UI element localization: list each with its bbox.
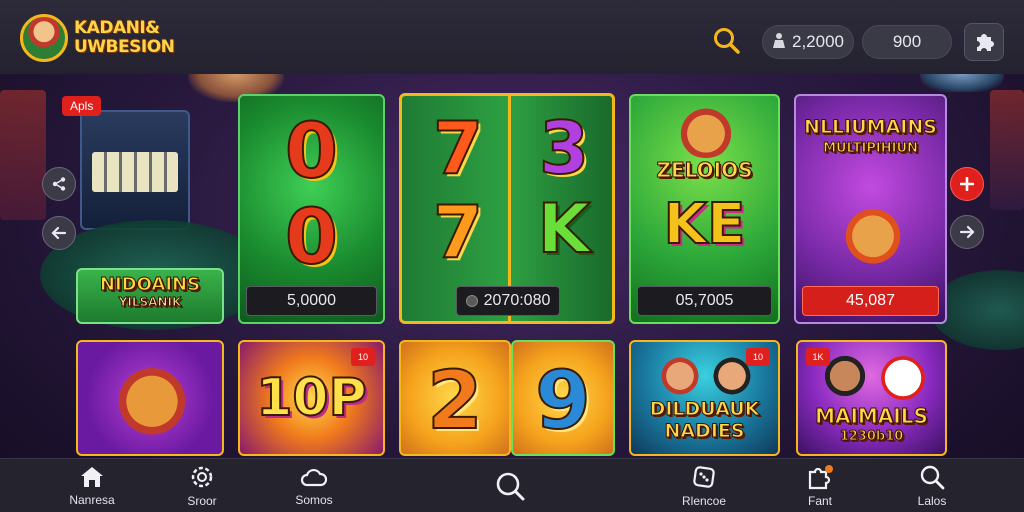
game-card[interactable]: DILDUAUK NADIES 10 — [629, 340, 780, 456]
credit-value: 900 — [892, 32, 922, 51]
add-button[interactable] — [950, 167, 984, 201]
game-subtitle: MULTIPIHIUN — [823, 141, 919, 156]
dog-mascot-icon — [878, 352, 928, 404]
reel-symbol: 7 — [432, 189, 484, 275]
settings-button[interactable] — [964, 23, 1004, 61]
game-card[interactable]: 2 — [399, 340, 511, 456]
next-button[interactable] — [950, 215, 984, 249]
plus-icon — [960, 177, 974, 191]
logo-line-2: UWBESION — [74, 37, 175, 57]
game-title: NIDOAINS — [99, 274, 201, 295]
top-bar: KADANI& UWBESION 2,2000 900 — [0, 0, 1024, 74]
reel-symbol: 3 — [538, 105, 590, 191]
game-card[interactable]: 10P 10 — [238, 340, 385, 456]
nav-item-home[interactable]: Nanresa — [62, 459, 122, 512]
game-value: 2070:080 — [456, 286, 560, 316]
ceiling-lamp — [920, 74, 1004, 92]
cloud-icon — [300, 468, 328, 487]
game-subtitle: 1230b10 — [839, 429, 904, 444]
slot-machine-decor — [80, 110, 190, 230]
nav-label: Somos — [295, 493, 333, 507]
game-title: MAIMAILS — [815, 404, 929, 428]
puzzle-icon — [808, 465, 833, 490]
reel-symbol: 0 — [284, 191, 339, 282]
reel-symbol: 2 — [426, 353, 484, 448]
reel-symbol: KE — [663, 191, 747, 258]
nav-item-somos[interactable]: Somos — [284, 459, 344, 512]
game-value: 45,087 — [802, 286, 939, 316]
nav-item-sroor[interactable]: Sroor — [172, 459, 232, 512]
nav-label: Nanresa — [69, 493, 115, 507]
mascot-character-icon — [677, 104, 735, 158]
nav-label: Rlencoe — [681, 494, 727, 508]
search-icon[interactable] — [712, 26, 742, 60]
badge: 10 — [746, 348, 770, 366]
badge: 10 — [351, 348, 375, 366]
game-subtitle: YILSANIK — [118, 295, 182, 309]
mascot-character-icon — [840, 200, 906, 266]
logo-wordmark: KADANI& UWBESION — [74, 18, 175, 57]
nav-label: Fant — [807, 494, 832, 508]
neon-sign — [990, 90, 1024, 210]
share-icon — [52, 177, 66, 191]
game-card[interactable]: NLLIUMAINS MULTIPIHIUN 45,087 — [794, 94, 947, 324]
puzzle-icon — [977, 34, 994, 51]
badge: 1K — [806, 348, 830, 366]
game-subtitle: NADIES — [664, 420, 745, 442]
game-card[interactable]: ZELOIOS KE 05,7005 — [629, 94, 780, 324]
gear-icon — [191, 466, 213, 488]
promo-tag[interactable]: Apls — [62, 96, 102, 116]
game-title: ZELOIOS — [656, 158, 753, 182]
game-card[interactable]: NIDOAINS YILSANIK — [76, 268, 224, 324]
nav-label: Sroor — [187, 494, 217, 508]
mascot-character-icon — [110, 354, 194, 440]
dice-icon — [693, 466, 715, 488]
search-icon — [920, 465, 945, 490]
logo-mascot-icon — [20, 14, 68, 62]
reel-symbol: 9 — [534, 353, 592, 448]
prev-button[interactable] — [42, 216, 76, 250]
game-value: 05,7005 — [637, 286, 772, 316]
credit-pill[interactable]: 900 — [862, 25, 952, 59]
game-title: DILDUAUK — [649, 398, 760, 420]
game-card[interactable]: 9 — [511, 340, 615, 456]
game-value-text: 2070:080 — [483, 292, 551, 309]
reel-symbol: 0 — [284, 105, 339, 196]
nav-item-search[interactable] — [480, 459, 540, 512]
nav-item-lalos[interactable]: Lalos — [902, 459, 962, 512]
logo-line-1: KADANI& — [74, 18, 160, 38]
app-logo[interactable]: KADANI& UWBESION — [20, 14, 175, 62]
arrow-right-icon — [959, 225, 975, 239]
neon-sign — [0, 90, 46, 220]
reel-symbol: K — [537, 189, 592, 270]
nav-label: Lalos — [917, 494, 947, 508]
game-value: 5,0000 — [246, 286, 377, 316]
arrow-left-icon — [51, 226, 67, 240]
search-icon — [496, 472, 525, 501]
balance-pill[interactable]: 2,2000 — [762, 25, 854, 59]
character-icon — [659, 354, 701, 398]
game-title: NLLIUMAINS — [804, 116, 938, 138]
game-card-featured[interactable]: 7 3 7 K 2070:080 — [399, 93, 615, 324]
reel-symbol: 7 — [432, 105, 484, 191]
bottom-navigation: Nanresa Sroor Somos Rlencoe Fant Lalos — [0, 458, 1024, 512]
notification-dot — [825, 465, 833, 473]
game-card[interactable]: MAIMAILS 1230b10 1K — [796, 340, 947, 456]
balance-value: 2,2000 — [792, 32, 844, 51]
game-title: 10P — [255, 367, 367, 429]
game-card[interactable] — [76, 340, 224, 456]
nav-item-fant[interactable]: Fant — [790, 459, 850, 512]
home-icon — [81, 467, 103, 487]
share-button[interactable] — [42, 167, 76, 201]
user-icon — [772, 32, 786, 53]
game-card[interactable]: 0 0 5,0000 — [238, 94, 385, 324]
nav-item-rlencoe[interactable]: Rlencoe — [674, 459, 734, 512]
coin-icon — [465, 295, 478, 307]
